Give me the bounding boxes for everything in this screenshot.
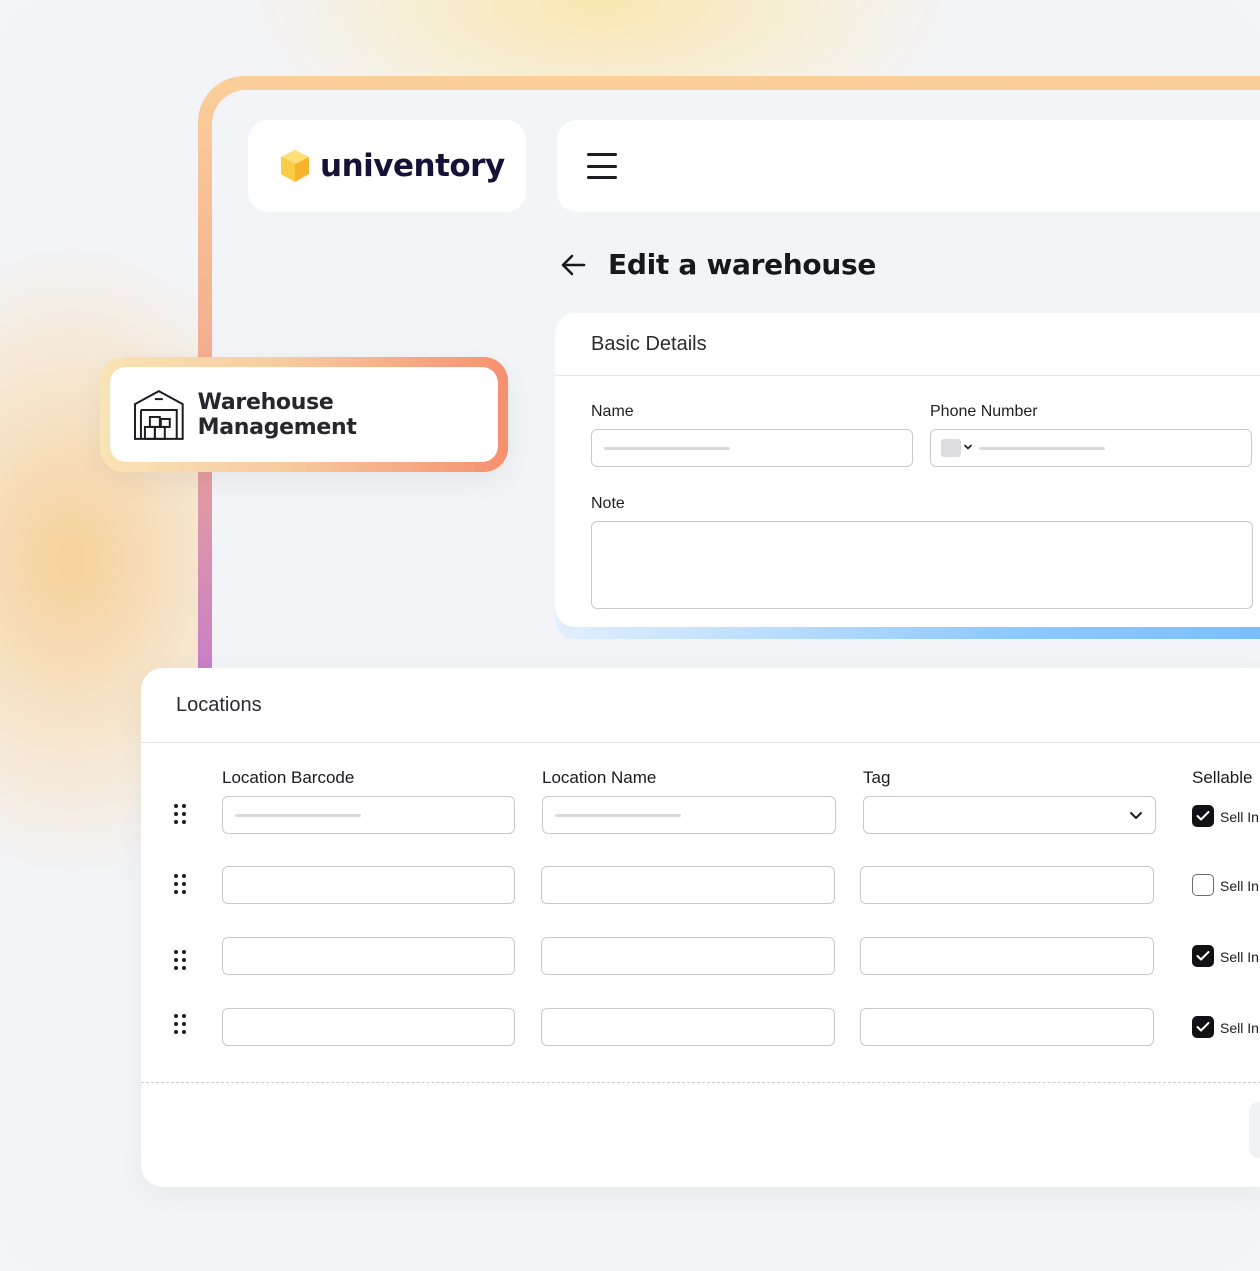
badge-inner: Warehouse Management xyxy=(110,367,498,462)
page-heading: Edit a warehouse xyxy=(560,248,876,281)
sellable-checkbox[interactable] xyxy=(1192,805,1214,827)
column-location-barcode: Location Barcode xyxy=(222,768,355,787)
column-sellable: Sellable xyxy=(1192,768,1253,787)
country-flag-icon[interactable] xyxy=(941,439,961,457)
barcode-placeholder-line xyxy=(235,814,361,817)
sell-in-label: Sell In xyxy=(1220,949,1259,965)
location-barcode-input[interactable] xyxy=(222,866,515,904)
hamburger-icon[interactable] xyxy=(587,153,617,179)
drag-handle-icon[interactable] xyxy=(174,950,188,970)
arrow-left-icon[interactable] xyxy=(560,252,586,278)
basic-details-card: Basic Details Name Phone Number Note xyxy=(555,313,1260,627)
page-title: Edit a warehouse xyxy=(608,248,877,281)
location-barcode-input[interactable] xyxy=(222,937,515,975)
sellable-checkbox[interactable] xyxy=(1192,1016,1214,1038)
action-button[interactable] xyxy=(1249,1102,1260,1158)
tag-select[interactable] xyxy=(863,796,1156,834)
sellable-checkbox[interactable] xyxy=(1192,874,1214,896)
location-name-input[interactable] xyxy=(542,796,836,834)
tag-select[interactable] xyxy=(860,937,1154,975)
location-name-input[interactable] xyxy=(541,1008,835,1046)
check-icon xyxy=(1196,951,1210,961)
chevron-down-icon[interactable] xyxy=(963,442,973,452)
phone-number-label: Phone Number xyxy=(930,403,1038,420)
basic-details-title: Basic Details xyxy=(555,313,1260,376)
chevron-down-icon xyxy=(1130,812,1142,819)
column-tag: Tag xyxy=(863,768,891,787)
note-label: Note xyxy=(591,495,625,512)
note-textarea[interactable] xyxy=(591,521,1253,609)
name-input[interactable] xyxy=(591,429,913,467)
name-placeholder-line xyxy=(604,447,730,450)
sell-in-label: Sell In xyxy=(1220,809,1259,825)
badge-label: Warehouse Management xyxy=(197,389,357,440)
location-name-input[interactable] xyxy=(541,937,835,975)
logo-card[interactable]: univentory xyxy=(248,120,526,212)
cube-logo-icon xyxy=(281,150,309,182)
canvas: univentory Edit a warehouse Basic Detail… xyxy=(0,0,1260,1271)
check-icon xyxy=(1196,1022,1210,1032)
sell-in-label: Sell In xyxy=(1220,1020,1259,1036)
locations-card: Locations Location Barcode Location Name… xyxy=(141,668,1260,1187)
top-bar xyxy=(557,120,1260,212)
locations-title: Locations xyxy=(141,668,1260,743)
check-icon xyxy=(1196,811,1210,821)
warehouse-management-badge: Warehouse Management xyxy=(100,357,508,472)
location-name-input[interactable] xyxy=(541,866,835,904)
brand-name: univentory xyxy=(320,148,505,184)
drag-handle-icon[interactable] xyxy=(174,874,188,894)
sellable-checkbox[interactable] xyxy=(1192,945,1214,967)
tag-select[interactable] xyxy=(860,1008,1154,1046)
location-name-placeholder-line xyxy=(555,814,681,817)
tag-select[interactable] xyxy=(860,866,1154,904)
column-location-name: Location Name xyxy=(542,768,657,787)
name-label: Name xyxy=(591,403,634,420)
phone-placeholder-line xyxy=(979,447,1105,450)
location-barcode-input[interactable] xyxy=(222,796,515,834)
location-barcode-input[interactable] xyxy=(222,1008,515,1046)
drag-handle-icon[interactable] xyxy=(174,804,188,824)
drag-handle-icon[interactable] xyxy=(174,1014,188,1034)
basic-details-card-frame: Basic Details Name Phone Number Note xyxy=(555,313,1260,639)
sell-in-label: Sell In xyxy=(1220,878,1259,894)
dashed-divider xyxy=(141,1082,1260,1083)
phone-number-input[interactable] xyxy=(930,429,1252,467)
warehouse-icon xyxy=(133,389,184,440)
